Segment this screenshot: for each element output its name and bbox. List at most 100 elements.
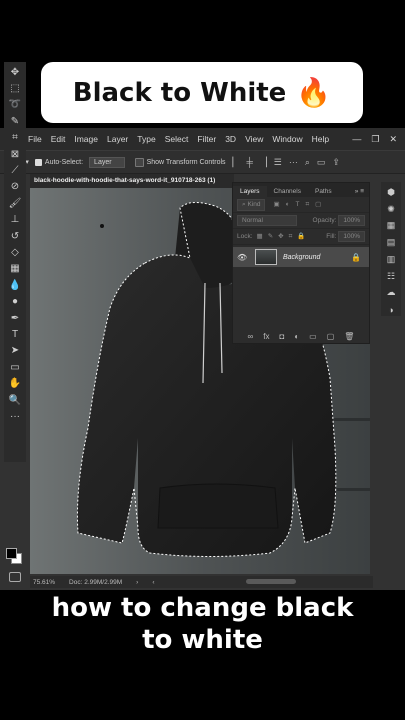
menu-type[interactable]: Type	[137, 134, 155, 144]
menu-view[interactable]: View	[245, 134, 263, 144]
menu-window[interactable]: Window	[272, 134, 302, 144]
history-brush-icon[interactable]: ↺	[6, 228, 24, 244]
menu-image[interactable]: Image	[74, 134, 98, 144]
layers-footer: ∞ fx ◘ ◐ ▭ ▢ 🗑	[233, 329, 369, 343]
properties-icon[interactable]: ☷	[384, 270, 398, 283]
fill-label: Fill:	[326, 233, 337, 240]
search-icon[interactable]: ⌕	[305, 157, 310, 168]
transform-controls-checkbox[interactable]	[134, 157, 144, 167]
transform-controls-label: Show Transform Controls	[146, 158, 226, 166]
tab-paths[interactable]: Paths	[308, 186, 339, 197]
doc-info[interactable]: Doc: 2.99M/2.99M	[69, 579, 122, 586]
fill-field[interactable]: 100%	[338, 231, 365, 242]
brush-tool-icon[interactable]: 🖌	[6, 195, 24, 211]
distribute-icon[interactable]: ☰	[274, 157, 282, 168]
link-layers-icon[interactable]: ∞	[248, 332, 254, 341]
quick-select-tool-icon[interactable]: ✎	[6, 113, 24, 129]
opacity-field[interactable]: 100%	[338, 215, 365, 226]
blend-row: Normal Opacity: 100%	[233, 213, 369, 229]
menu-layer[interactable]: Layer	[107, 134, 128, 144]
swatches-icon[interactable]: ▦	[384, 220, 398, 233]
zoom-level[interactable]: 75.61%	[33, 579, 55, 586]
new-layer-icon[interactable]: ▢	[327, 332, 335, 341]
scroll-left-icon[interactable]: ‹	[152, 579, 154, 586]
lasso-tool-icon[interactable]: ➰	[6, 97, 24, 113]
more-tools-icon[interactable]: ···	[6, 408, 24, 424]
toolbar: ✥ ⬚ ➰ ✎ ⌗ ⊠ ⟋ ⊘ 🖌 ⊥ ↺ ◇ ▦ 💧 ● ✒ T ➤ ▭ ✋ …	[4, 62, 26, 462]
path-select-icon[interactable]: ➤	[6, 343, 24, 359]
caption: how to change black to white	[0, 592, 405, 656]
restore-icon[interactable]: ❐	[371, 134, 379, 145]
menu-edit[interactable]: Edit	[51, 134, 66, 144]
layer-row-background[interactable]: 👁 Background 🔒	[233, 247, 369, 267]
auto-select-label: Auto-Select:	[44, 158, 84, 166]
tab-channels[interactable]: Channels	[267, 186, 308, 197]
auto-select-checkbox[interactable]	[34, 158, 42, 166]
crop-tool-icon[interactable]: ⌗	[6, 130, 24, 146]
move-tool-icon[interactable]: ✥	[6, 64, 24, 80]
layer-thumbnail	[255, 249, 277, 265]
type-tool-icon[interactable]: T	[6, 326, 24, 342]
quick-mask-icon[interactable]	[9, 572, 21, 582]
share-icon[interactable]: ⇪	[332, 157, 340, 168]
caption-line-1: how to change black	[51, 593, 354, 623]
menu-file[interactable]: File	[28, 134, 42, 144]
title-text: Black to White	[72, 77, 287, 108]
menu-help[interactable]: Help	[312, 134, 329, 144]
eraser-tool-icon[interactable]: ◇	[6, 244, 24, 260]
menu-select[interactable]: Select	[165, 134, 189, 144]
kind-label: Kind	[247, 200, 261, 208]
eyedropper-tool-icon[interactable]: ⟋	[6, 162, 24, 178]
marquee-tool-icon[interactable]: ⬚	[6, 80, 24, 96]
align-right-icon[interactable]: ▕	[260, 157, 267, 168]
more-options-icon[interactable]: ···	[289, 157, 298, 167]
3d-cube-icon[interactable]: ⬢	[384, 186, 398, 199]
filter-row: ⌕ Kind ▣◐T⌗▢	[233, 197, 369, 213]
align-left-icon[interactable]: ▏	[233, 157, 240, 168]
lock-label: Lock:	[237, 233, 253, 240]
add-mask-icon[interactable]: ◘	[279, 332, 284, 341]
filter-icons[interactable]: ▣◐T⌗▢	[273, 200, 327, 209]
healing-brush-icon[interactable]: ⊘	[6, 179, 24, 195]
minimize-icon[interactable]: —	[352, 134, 361, 145]
pen-tool-icon[interactable]: ✒	[6, 310, 24, 326]
align-center-icon[interactable]: ╪	[246, 157, 252, 167]
dodge-tool-icon[interactable]: ●	[6, 293, 24, 309]
horizontal-scrollbar[interactable]	[246, 579, 296, 584]
adjustment-layer-icon[interactable]: ◐	[294, 332, 299, 341]
blur-tool-icon[interactable]: 💧	[6, 277, 24, 293]
close-icon[interactable]: ✕	[389, 134, 397, 145]
kind-filter-dropdown[interactable]: ⌕ Kind	[237, 198, 266, 211]
lock-row: Lock: ▦✎✥⌗🔒 Fill: 100%	[233, 229, 369, 245]
title-card: Black to White 🔥	[41, 62, 363, 123]
foreground-color-swatch[interactable]	[6, 548, 17, 559]
workspace-icon[interactable]: ▭	[317, 157, 326, 168]
lock-icons[interactable]: ▦✎✥⌗🔒	[257, 232, 311, 241]
rectangle-tool-icon[interactable]: ▭	[6, 359, 24, 375]
status-arrow-icon[interactable]: ›	[136, 579, 138, 586]
gradient-panel-icon[interactable]: ▤	[384, 236, 398, 249]
eye-icon[interactable]: 👁	[237, 253, 249, 262]
zoom-tool-icon[interactable]: 🔍	[6, 392, 24, 408]
hand-tool-icon[interactable]: ✋	[6, 375, 24, 391]
patterns-icon[interactable]: ▥	[384, 253, 398, 266]
menu-bar: Ps File Edit Image Layer Type Select Fil…	[0, 128, 405, 150]
auto-select-dropdown[interactable]: Layer	[89, 156, 125, 168]
adjustments-icon[interactable]: ◑	[384, 303, 398, 316]
group-icon[interactable]: ▭	[309, 332, 317, 341]
frame-tool-icon[interactable]: ⊠	[6, 146, 24, 162]
menu-3d[interactable]: 3D	[225, 134, 236, 144]
color-wheel-icon[interactable]: ✺	[384, 203, 398, 216]
stamp-tool-icon[interactable]: ⊥	[6, 212, 24, 228]
gradient-tool-icon[interactable]: ▦	[6, 261, 24, 277]
tab-layers[interactable]: Layers	[233, 186, 267, 197]
lock-icon: 🔒	[351, 252, 361, 262]
blend-mode-dropdown[interactable]: Normal	[237, 215, 297, 226]
menu-filter[interactable]: Filter	[197, 134, 216, 144]
layers-panel: Layers Channels Paths » ≡ ⌕ Kind ▣◐T⌗▢ N…	[232, 182, 370, 344]
fx-icon[interactable]: fx	[263, 332, 269, 341]
delete-layer-icon[interactable]: 🗑	[344, 332, 354, 341]
libraries-icon[interactable]: ☁	[384, 287, 398, 300]
panel-menu-icon[interactable]: » ≡	[350, 186, 369, 197]
document-tab[interactable]: black-hoodie-with-hoodie-that-says-word-…	[30, 174, 234, 188]
